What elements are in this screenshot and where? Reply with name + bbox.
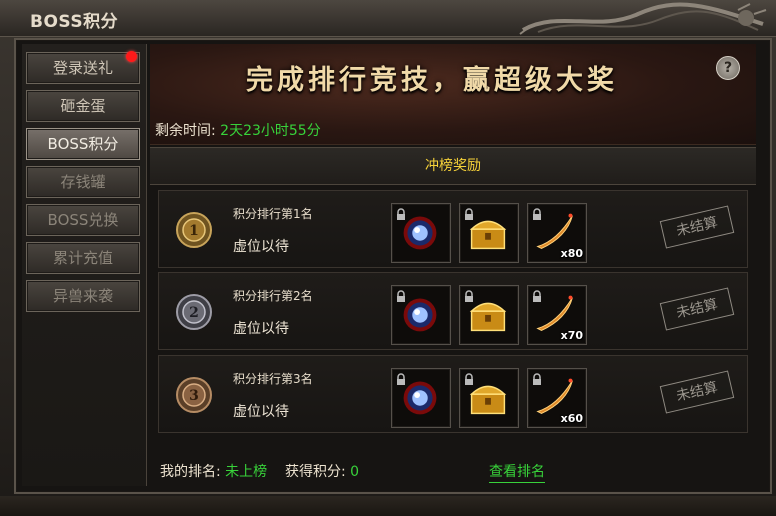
lock-icon bbox=[533, 290, 541, 302]
remaining-time-value: 2天23小时55分 bbox=[220, 123, 321, 139]
my-rank-label: 我的排名: bbox=[160, 464, 221, 480]
sidebar-item-golden-egg[interactable]: 砸金蛋 bbox=[26, 90, 140, 122]
reward-slot-chest[interactable] bbox=[459, 285, 519, 345]
sidebar-item-label: BOSS积分 bbox=[47, 135, 119, 153]
boss-points-window: BOSS积分 登录送礼 砸金蛋 BOSS积分 存钱罐 BOSS兑换 累计充值 异… bbox=[0, 0, 776, 516]
medal-number: 2 bbox=[189, 305, 199, 321]
reward-quantity: x70 bbox=[560, 329, 583, 342]
view-ranking-link[interactable]: 查看排名 bbox=[489, 461, 545, 483]
notification-dot-icon bbox=[126, 51, 137, 62]
lock-icon bbox=[397, 208, 405, 220]
help-icon[interactable]: ? bbox=[716, 56, 740, 80]
sidebar-item-piggy-bank[interactable]: 存钱罐 bbox=[26, 166, 140, 198]
reward-slot-feather[interactable]: x60 bbox=[527, 368, 587, 428]
medal-icon: 3 bbox=[176, 377, 212, 413]
score-label: 获得积分: bbox=[284, 464, 346, 480]
dragon-ornament bbox=[519, 2, 767, 35]
score-value: 0 bbox=[350, 464, 360, 480]
reward-slot-orb[interactable] bbox=[391, 285, 451, 345]
rank-row-3: 3 积分排行第3名 虚位以待 x60 未结算 bbox=[158, 355, 748, 433]
remaining-time: 剩余时间: 2天23小时55分 bbox=[155, 120, 321, 140]
sidebar-item-boss-exchange[interactable]: BOSS兑换 bbox=[26, 204, 140, 236]
rank-holder: 虚位以待 bbox=[233, 321, 289, 337]
lock-icon bbox=[465, 290, 473, 302]
status-stamp: 未结算 bbox=[659, 205, 735, 249]
reward-slot-feather[interactable]: x70 bbox=[527, 285, 587, 345]
sidebar-item-cumulative-recharge[interactable]: 累计充值 bbox=[26, 242, 140, 274]
reward-quantity: x60 bbox=[560, 412, 583, 425]
remaining-time-label: 剩余时间: bbox=[155, 123, 216, 139]
medal-number: 3 bbox=[189, 388, 199, 404]
sidebar-item-label: BOSS兑换 bbox=[47, 211, 119, 229]
my-rank-value: 未上榜 bbox=[225, 464, 268, 480]
lock-icon bbox=[533, 373, 541, 385]
status-stamp: 未结算 bbox=[659, 370, 735, 414]
reward-slot-chest[interactable] bbox=[459, 368, 519, 428]
sidebar-item-boss-points[interactable]: BOSS积分 bbox=[26, 128, 140, 160]
rank-title: 积分排行第3名 bbox=[233, 372, 313, 386]
lock-icon bbox=[397, 373, 405, 385]
reward-slot-orb[interactable] bbox=[391, 203, 451, 263]
status-stamp: 未结算 bbox=[659, 287, 735, 331]
sidebar-item-label: 累计充值 bbox=[52, 249, 113, 267]
rank-row-2: 2 积分排行第2名 虚位以待 x70 未结算 bbox=[158, 272, 748, 350]
sidebar-item-login-gift[interactable]: 登录送礼 bbox=[26, 51, 140, 84]
lock-icon bbox=[533, 208, 541, 220]
reward-slot-orb[interactable] bbox=[391, 368, 451, 428]
window-title: BOSS积分 bbox=[30, 12, 119, 32]
reward-slot-feather[interactable]: x80 bbox=[527, 203, 587, 263]
bottom-border bbox=[0, 496, 776, 516]
section-header: 冲榜奖励 bbox=[150, 147, 756, 185]
sidebar-item-beast-raid[interactable]: 异兽来袭 bbox=[26, 280, 140, 312]
section-title: 冲榜奖励 bbox=[425, 158, 481, 174]
banner-slogan: 完成排行竞技，赢超级大奖 bbox=[246, 65, 618, 96]
sidebar-item-label: 存钱罐 bbox=[60, 173, 106, 191]
rank-title: 积分排行第1名 bbox=[233, 207, 313, 221]
lock-icon bbox=[465, 373, 473, 385]
medal-icon: 1 bbox=[176, 212, 212, 248]
medal-number: 1 bbox=[189, 223, 199, 239]
rank-holder: 虚位以待 bbox=[233, 239, 289, 255]
my-rank-info: 我的排名: 未上榜 获得积分: 0 bbox=[160, 461, 359, 481]
reward-quantity: x80 bbox=[560, 247, 583, 260]
lock-icon bbox=[397, 290, 405, 302]
reward-slot-chest[interactable] bbox=[459, 203, 519, 263]
sidebar-item-label: 登录送礼 bbox=[52, 59, 113, 77]
rank-row-1: 1 积分排行第1名 虚位以待 x80 未结算 bbox=[158, 190, 748, 268]
sidebar: 登录送礼 砸金蛋 BOSS积分 存钱罐 BOSS兑换 累计充值 异兽来袭 bbox=[22, 44, 147, 486]
medal-icon: 2 bbox=[176, 294, 212, 330]
rank-title: 积分排行第2名 bbox=[233, 289, 313, 303]
sidebar-item-label: 砸金蛋 bbox=[60, 97, 106, 115]
lock-icon bbox=[465, 208, 473, 220]
sidebar-item-label: 异兽来袭 bbox=[52, 287, 113, 305]
title-bar[interactable]: BOSS积分 bbox=[0, 0, 776, 37]
rank-holder: 虚位以待 bbox=[233, 404, 289, 420]
